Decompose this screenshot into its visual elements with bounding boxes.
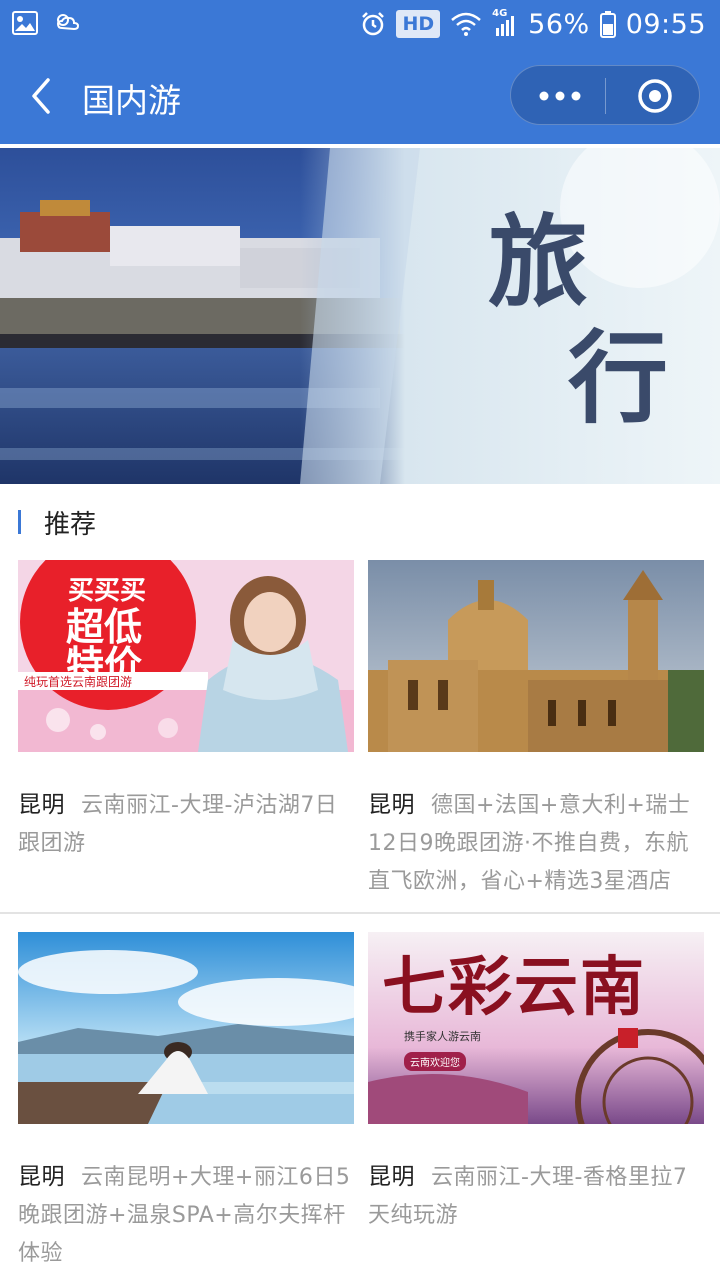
battery-percent: 56% [528, 8, 590, 40]
tour-card-title: 德国+法国+意大利+瑞士12日9晚跟团游·不推自费，东航直飞欧洲，省心+精选3星… [368, 793, 691, 894]
tour-card-image [368, 560, 704, 752]
close-mini-program-icon[interactable] [637, 78, 673, 114]
tour-card-city: 昆明 [18, 792, 65, 818]
mini-program-capsule [510, 65, 700, 125]
status-bar: HD 4G 56% 09:55 [0, 0, 720, 48]
tour-card-description: 昆明 德国+法国+意大利+瑞士12日9晚跟团游·不推自费，东航直飞欧洲，省心+精选… [368, 786, 704, 901]
tour-card[interactable]: 昆明 云南昆明+大理+丽江6日5晚跟团游+温泉SPA+高尔夫挥杆体验 [18, 932, 354, 1273]
row-divider [0, 912, 720, 914]
tour-card[interactable]: 七彩云南 携手家人游云南 云南欢迎您 昆明 云南丽江-大理-香格里拉7天纯玩游 [368, 932, 704, 1235]
poster-title: 七彩云南 [382, 950, 646, 1025]
alarm-icon [362, 12, 385, 36]
page-title: 国内游 [82, 81, 181, 120]
section-title: 推荐 [44, 510, 97, 540]
section-accent-bar [18, 510, 21, 534]
wifi-icon [451, 12, 481, 36]
gallery-icon [12, 11, 38, 35]
tour-card-title: 云南丽江-大理-泸沽湖7日跟团游 [18, 793, 338, 856]
weather-icon [56, 14, 80, 31]
tour-card-city: 昆明 [18, 1164, 65, 1190]
capsule-divider [605, 78, 606, 114]
tour-card-image [18, 932, 354, 1124]
battery-icon [599, 11, 616, 38]
tour-card-description: 昆明 云南丽江-大理-香格里拉7天纯玩游 [368, 1158, 704, 1235]
tour-card-description: 昆明 云南丽江-大理-泸沽湖7日跟团游 [18, 786, 354, 863]
tour-card-city: 昆明 [368, 1164, 415, 1190]
nav-bar: 国内游 [0, 48, 720, 144]
tour-card-description: 昆明 云南昆明+大理+丽江6日5晚跟团游+温泉SPA+高尔夫挥杆体验 [18, 1158, 354, 1273]
recommend-section-header: 推荐 [0, 500, 720, 548]
banner-title-char-1: 旅 [488, 203, 588, 321]
banner-title-char-2: 行 [568, 319, 668, 437]
poster-subtitle: 携手家人游云南 [404, 1030, 481, 1043]
more-options-icon[interactable] [537, 84, 583, 108]
tour-card-city: 昆明 [368, 792, 415, 818]
tour-card-image: 七彩云南 携手家人游云南 云南欢迎您 [368, 932, 704, 1124]
promo-text-4: 纯玩首选云南跟团游 [24, 675, 133, 689]
poster-tagline: 云南欢迎您 [404, 1052, 466, 1071]
cell-signal-icon: 4G [492, 8, 518, 38]
tour-card-image: 买买买 超低 特价 纯玩首选云南跟团游 [18, 560, 354, 752]
back-arrow-icon[interactable] [24, 76, 64, 116]
tour-card[interactable]: 买买买 超低 特价 纯玩首选云南跟团游 昆明 云南丽江-大理-泸沽湖7日跟团游 [18, 560, 354, 863]
tour-card-title: 云南丽江-大理-香格里拉7天纯玩游 [368, 1165, 688, 1228]
tour-card[interactable]: 昆明 德国+法国+意大利+瑞士12日9晚跟团游·不推自费，东航直飞欧洲，省心+精选… [368, 560, 704, 901]
clock-time: 09:55 [625, 8, 706, 40]
tour-card-title: 云南昆明+大理+丽江6日5晚跟团游+温泉SPA+高尔夫挥杆体验 [18, 1165, 351, 1266]
hd-badge: HD [396, 10, 441, 38]
travel-banner[interactable]: 旅 行 [0, 148, 720, 484]
